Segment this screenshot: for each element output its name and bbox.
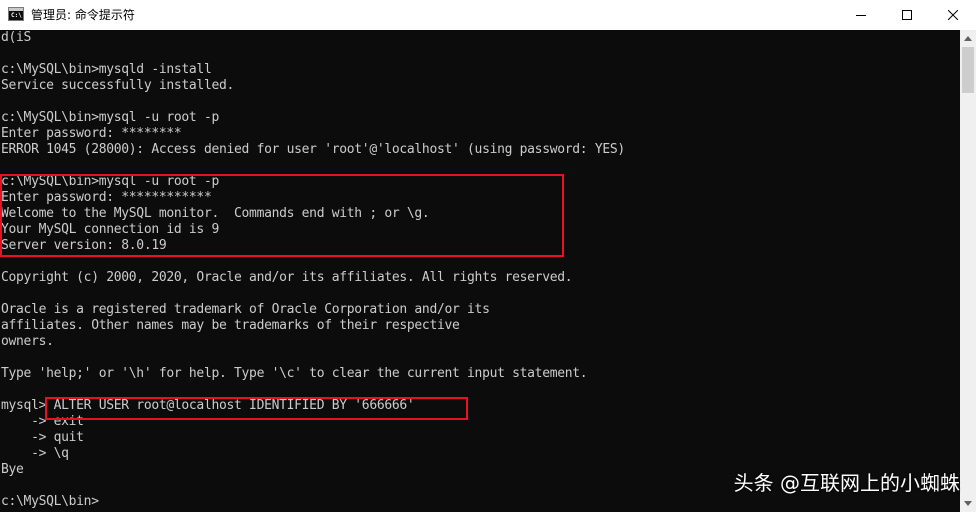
console-line: Welcome to the MySQL monitor. Commands e… bbox=[1, 206, 430, 221]
console-line: Service successfully installed. bbox=[1, 78, 235, 93]
console-line: ERROR 1045 (28000): Access denied for us… bbox=[1, 142, 625, 157]
minimize-button[interactable] bbox=[838, 0, 884, 30]
console-line: c:\MySQL\bin>mysql -u root -p bbox=[1, 174, 219, 189]
console-line: c:\MySQL\bin> bbox=[1, 494, 99, 509]
window-title: 管理员: 命令提示符 bbox=[31, 8, 135, 22]
console-line: c:\MySQL\bin>mysql -u root -p bbox=[1, 110, 219, 125]
chevron-down-icon bbox=[964, 501, 972, 506]
console-line: affiliates. Other names may be trademark… bbox=[1, 318, 460, 333]
close-icon bbox=[948, 10, 958, 20]
console-lines: d(iS c:\MySQL\bin>mysqld -install Service … bbox=[1, 30, 625, 510]
window-titlebar[interactable]: C:\ 管理员: 命令提示符 bbox=[0, 0, 976, 30]
console-line: d(iS bbox=[1, 30, 32, 45]
console-line: Server version: 8.0.19 bbox=[1, 238, 167, 253]
vertical-scrollbar[interactable] bbox=[960, 30, 976, 512]
console-line: Bye bbox=[1, 462, 24, 477]
console-line: c:\MySQL\bin>mysqld -install bbox=[1, 62, 212, 77]
console-output-area[interactable]: d(iS c:\MySQL\bin>mysqld -install Service … bbox=[0, 30, 960, 512]
maximize-icon bbox=[902, 10, 912, 20]
console-line: Your MySQL connection id is 9 bbox=[1, 222, 219, 237]
console-app-icon[interactable]: C:\ bbox=[8, 7, 24, 21]
console-line: owners. bbox=[1, 334, 54, 349]
console-line: Enter password: ************ bbox=[1, 190, 212, 205]
minimize-icon bbox=[856, 15, 866, 16]
console-line: -> quit bbox=[1, 430, 84, 445]
maximize-button[interactable] bbox=[884, 0, 930, 30]
console-line: Enter password: ******** bbox=[1, 126, 182, 141]
console-line: Type 'help;' or '\h' for help. Type '\c'… bbox=[1, 366, 588, 381]
scroll-up-button[interactable] bbox=[960, 30, 976, 47]
console-line: mysql> ALTER USER root@localhost IDENTIF… bbox=[1, 398, 415, 413]
console-line: -> exit bbox=[1, 414, 84, 429]
console-line: -> \q bbox=[1, 446, 69, 461]
close-button[interactable] bbox=[930, 0, 976, 30]
console-line: Copyright (c) 2000, 2020, Oracle and/or … bbox=[1, 270, 573, 285]
watermark: 头条 @互联网上的小蜘蛛 bbox=[733, 471, 960, 495]
scrollbar-thumb[interactable] bbox=[962, 47, 974, 93]
console-line: Oracle is a registered trademark of Orac… bbox=[1, 302, 490, 317]
chevron-up-icon bbox=[964, 36, 972, 41]
scroll-down-button[interactable] bbox=[960, 495, 976, 512]
